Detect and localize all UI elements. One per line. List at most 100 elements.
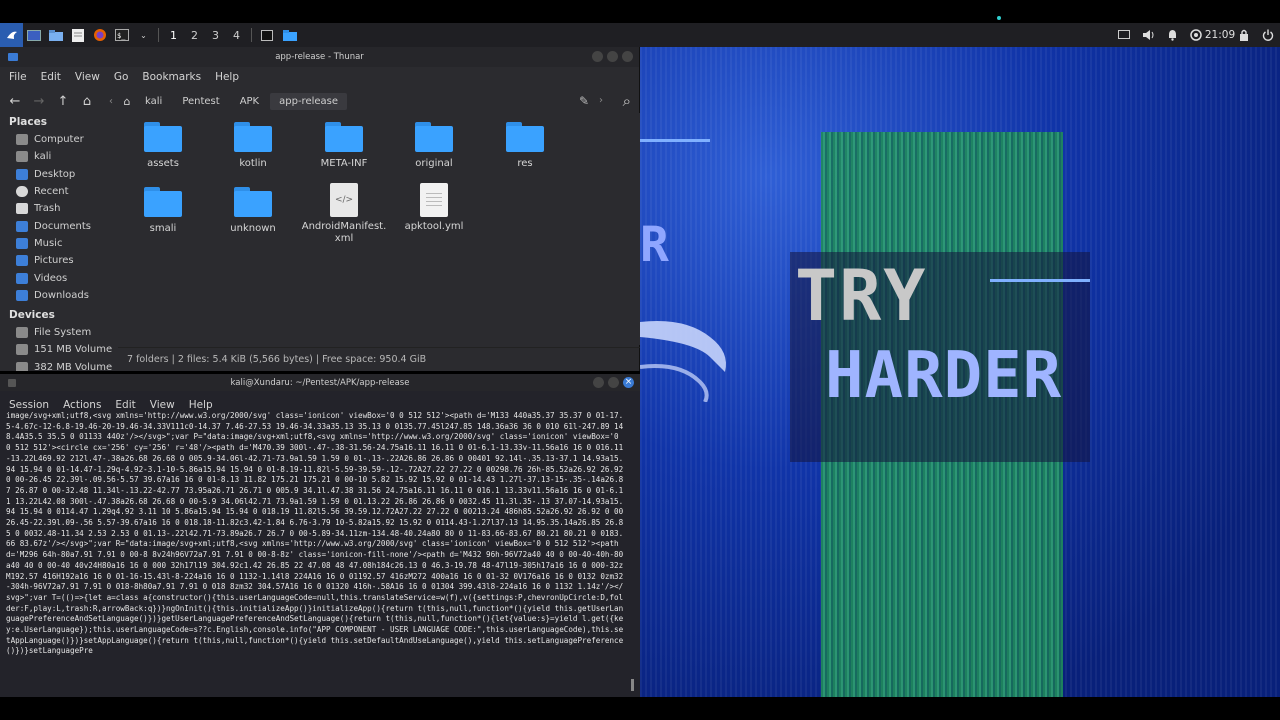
- close-button[interactable]: [622, 51, 633, 62]
- file-name: assets: [147, 158, 179, 169]
- close-button[interactable]: ×: [623, 377, 634, 388]
- sidebar-item-recent[interactable]: Recent: [0, 183, 118, 200]
- file-item[interactable]: META-INF: [299, 122, 389, 170]
- file-item[interactable]: res: [480, 122, 570, 170]
- window-titlebar[interactable]: kali@Xundaru: ~/Pentest/APK/app-release …: [0, 374, 640, 391]
- recent-icon: [16, 186, 28, 198]
- menu-file[interactable]: File: [9, 71, 27, 83]
- menu-view[interactable]: View: [150, 399, 175, 411]
- pictures-folder-icon: [16, 255, 28, 267]
- back-arrow-icon[interactable]: ←: [8, 94, 22, 109]
- app-menu-icon[interactable]: [0, 23, 23, 47]
- sidebar-item-downloads[interactable]: Downloads: [0, 287, 118, 304]
- files-icon[interactable]: [45, 23, 67, 47]
- minimize-button[interactable]: [593, 377, 604, 388]
- breadcrumb-kali[interactable]: kali: [136, 93, 171, 110]
- sidebar-item-label: Computer: [34, 134, 84, 146]
- power-icon[interactable]: [1256, 23, 1280, 47]
- file-item[interactable]: apktool.yml: [389, 183, 479, 233]
- workspace-4[interactable]: 4: [226, 23, 247, 47]
- file-item[interactable]: assets: [118, 122, 208, 170]
- menu-view[interactable]: View: [75, 71, 100, 83]
- edit-path-icon[interactable]: ✎: [579, 94, 589, 108]
- desktop-icon[interactable]: [23, 23, 45, 47]
- sidebar-item-videos[interactable]: Videos: [0, 269, 118, 286]
- volume-icon[interactable]: [1136, 23, 1160, 47]
- file-item[interactable]: smali: [118, 187, 208, 235]
- sidebar-item-kali[interactable]: kali: [0, 148, 118, 165]
- maximize-button[interactable]: [607, 51, 618, 62]
- sidebar-item-volume-151[interactable]: 151 MB Volume: [0, 341, 118, 358]
- terminal-icon: [8, 379, 16, 387]
- sidebar-item-trash[interactable]: Trash: [0, 200, 118, 217]
- search-icon[interactable]: ⌕: [623, 92, 631, 110]
- lock-icon[interactable]: [1232, 23, 1256, 47]
- file-name: smali: [149, 223, 177, 234]
- sidebar-item-pictures[interactable]: Pictures: [0, 252, 118, 269]
- firefox-icon[interactable]: [89, 23, 111, 47]
- chevron-left-icon[interactable]: ‹: [104, 96, 118, 107]
- clock[interactable]: 21:09: [1205, 23, 1235, 47]
- breadcrumb: ‹ ⌂ kali Pentest APK app-release: [104, 93, 348, 110]
- terminal-output[interactable]: image/svg+xml;utf8,<svg xmlns='http://ww…: [6, 411, 626, 693]
- documents-folder-icon: [16, 220, 28, 232]
- menu-edit[interactable]: Edit: [115, 399, 135, 411]
- desktop-screen: $_ ⌄ 1 2 3 4 21:09 R TRY HARDER app-rele…: [0, 0, 1280, 720]
- task-indicator: [997, 16, 1001, 20]
- window-titlebar[interactable]: app-release - Thunar: [0, 47, 639, 67]
- sidebar-item-music[interactable]: Music: [0, 235, 118, 252]
- up-arrow-icon[interactable]: ↑: [56, 94, 70, 109]
- text-editor-icon[interactable]: [67, 23, 89, 47]
- sidebar-item-label: File System: [34, 327, 92, 339]
- minimize-button[interactable]: [592, 51, 603, 62]
- breadcrumb-app-release[interactable]: app-release: [270, 93, 348, 110]
- sidebar-item-filesystem[interactable]: File System: [0, 324, 118, 341]
- display-icon[interactable]: [1112, 23, 1136, 47]
- devices-heading: Devices: [9, 308, 55, 321]
- sidebar-item-label: kali: [34, 151, 52, 163]
- sidebar-item-volume-382[interactable]: 382 MB Volume: [0, 359, 118, 371]
- home-icon[interactable]: ⌂: [80, 94, 94, 109]
- workspace-2[interactable]: 2: [184, 23, 205, 47]
- scrollbar[interactable]: [631, 679, 634, 691]
- menu-edit[interactable]: Edit: [41, 71, 61, 83]
- file-name: apktool.yml: [404, 221, 464, 232]
- breadcrumb-pentest[interactable]: Pentest: [173, 93, 228, 110]
- file-item[interactable]: kotlin: [208, 122, 298, 170]
- file-name: unknown: [230, 223, 276, 234]
- terminal-task-icon[interactable]: [256, 23, 278, 47]
- sidebar-item-label: Downloads: [34, 289, 89, 301]
- sidebar-item-desktop[interactable]: Desktop: [0, 166, 118, 183]
- location-toolbar: ← → ↑ ⌂ ‹ ⌂ kali Pentest APK app-release…: [0, 89, 639, 114]
- file-item[interactable]: original: [389, 122, 479, 170]
- home-folder-icon: [16, 151, 28, 163]
- folder-icon: [325, 122, 363, 152]
- maximize-button[interactable]: [608, 377, 619, 388]
- trash-icon: [16, 203, 28, 215]
- chevron-down-icon[interactable]: ⌄: [133, 23, 154, 47]
- menu-actions[interactable]: Actions: [63, 399, 101, 411]
- menu-bookmarks[interactable]: Bookmarks: [142, 71, 201, 83]
- terminal-icon[interactable]: $_: [111, 23, 133, 47]
- kali-dragon-logo: [640, 321, 726, 402]
- chevron-right-icon[interactable]: ›: [599, 95, 603, 106]
- forward-arrow-icon[interactable]: →: [32, 94, 46, 109]
- menu-help[interactable]: Help: [215, 71, 239, 83]
- workspace-3[interactable]: 3: [205, 23, 226, 47]
- workspace-1[interactable]: 1: [163, 23, 184, 47]
- menu-session[interactable]: Session: [9, 399, 49, 411]
- sidebar-item-computer[interactable]: Computer: [0, 131, 118, 148]
- wallpaper: R TRY HARDER: [640, 47, 1280, 697]
- file-item[interactable]: unknown: [208, 187, 298, 235]
- folder-icon: [506, 122, 544, 152]
- bottom-bar: [0, 697, 1280, 720]
- breadcrumb-apk[interactable]: APK: [231, 93, 268, 110]
- sidebar-item-documents[interactable]: Documents: [0, 217, 118, 234]
- file-item[interactable]: </> AndroidManifest.xml: [299, 183, 389, 245]
- thunar-task-icon[interactable]: [278, 23, 302, 47]
- menu-go[interactable]: Go: [114, 71, 129, 83]
- sidebar-item-label: Recent: [34, 186, 69, 198]
- menu-help[interactable]: Help: [189, 399, 213, 411]
- notifications-icon[interactable]: [1160, 23, 1184, 47]
- sidebar-item-label: Desktop: [34, 168, 76, 180]
